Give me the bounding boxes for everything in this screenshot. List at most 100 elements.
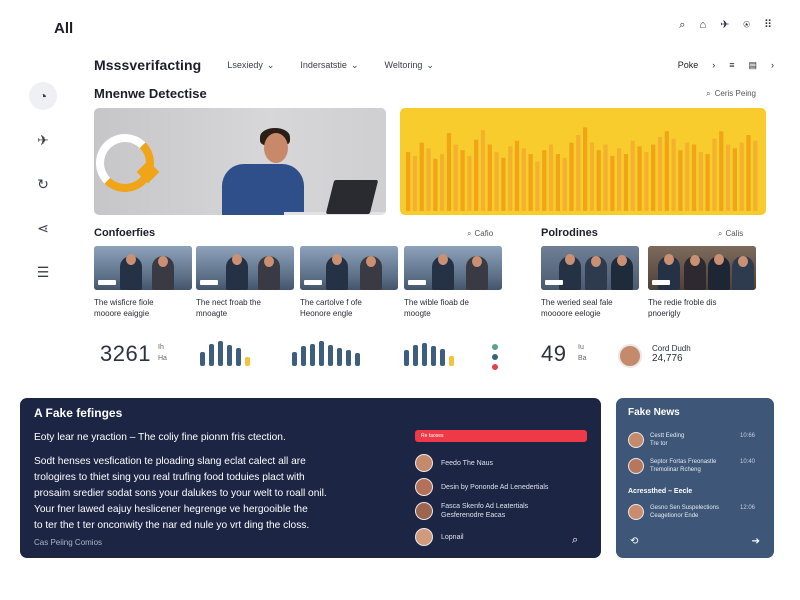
avatar bbox=[628, 504, 644, 520]
fake-feelings-body-1: Sodt henses vesfication te ploading slan… bbox=[34, 456, 327, 499]
mini-bar-chart-1 bbox=[200, 340, 250, 366]
chart-bar bbox=[691, 144, 697, 211]
status-dot bbox=[492, 354, 498, 360]
chart-bar bbox=[569, 142, 574, 211]
mini-bar bbox=[209, 344, 214, 366]
chart-bar bbox=[671, 138, 676, 211]
card-image bbox=[94, 246, 192, 290]
conference-card-3[interactable]: The cartolve f ofe Heonore engle bbox=[300, 246, 398, 319]
live-badge[interactable]: Re taoses bbox=[415, 430, 587, 442]
grid-icon[interactable]: ⠿ bbox=[764, 20, 772, 31]
sidebar: ◔ ✈ ↻ ⋖ ☰ bbox=[28, 82, 58, 286]
next-icon[interactable]: › bbox=[771, 60, 774, 70]
chart-bar bbox=[610, 155, 615, 211]
conference-card-4[interactable]: The wible fioab de moogte bbox=[404, 246, 502, 319]
search-icon[interactable]: ⌕ bbox=[572, 534, 578, 547]
filter-dropdown-3[interactable]: Weltoring ⌄ bbox=[384, 60, 433, 71]
chart-bar bbox=[698, 152, 703, 211]
mini-bar bbox=[236, 348, 241, 366]
feed-item-4[interactable]: Lopnail bbox=[415, 528, 464, 546]
mini-bar bbox=[227, 345, 232, 366]
mini-bar bbox=[337, 348, 342, 366]
avatar[interactable] bbox=[618, 344, 642, 368]
mini-bar bbox=[346, 350, 351, 366]
card-image bbox=[196, 246, 294, 290]
refresh-icon[interactable]: ⟲ bbox=[630, 536, 638, 547]
search-icon: ⌕ bbox=[706, 89, 711, 98]
chart-bar bbox=[603, 144, 608, 211]
sort-link[interactable]: ⌕ Ceris Peing bbox=[706, 89, 756, 99]
avatar bbox=[415, 502, 433, 520]
chart-bar bbox=[637, 146, 642, 211]
chart-bar bbox=[685, 142, 690, 211]
card-image bbox=[404, 246, 502, 290]
hero-image[interactable] bbox=[94, 108, 386, 215]
card-text: The cartolve f ofe Heonore engle bbox=[300, 298, 362, 318]
chart-bar bbox=[467, 155, 472, 211]
app-logo[interactable]: All bbox=[54, 20, 73, 37]
chart-bar bbox=[453, 144, 458, 211]
conferences-link[interactable]: ⌕ Cafio bbox=[467, 229, 493, 239]
chart-bar bbox=[501, 157, 506, 211]
chart-bar bbox=[446, 133, 452, 211]
chart-bar bbox=[623, 154, 629, 211]
main-header: Msssverifacting Lsexiedy ⌄ Indersatstie ⌄ … bbox=[94, 54, 774, 76]
mini-bar-chart-3 bbox=[404, 340, 454, 366]
filter-dropdown-1[interactable]: Lsexiedy ⌄ bbox=[227, 60, 274, 71]
fake-feelings-body-2: Your fner lawed eajuy heslicener hegreng… bbox=[34, 504, 310, 531]
fake-feelings-intro: Eoty lear ne yraction – The coliy fine p… bbox=[34, 432, 286, 443]
news-item-1[interactable]: Cestt Eeding Tre tor 10:66 bbox=[628, 432, 755, 448]
chart-bar bbox=[753, 140, 758, 211]
mini-bar bbox=[319, 341, 324, 366]
mini-bar bbox=[422, 343, 427, 366]
avatar bbox=[415, 528, 433, 546]
stat-small-label: Iu bbox=[578, 344, 584, 351]
section-title: Mnenwe Detectise bbox=[94, 86, 207, 101]
chart-bar bbox=[487, 144, 492, 211]
lock-icon[interactable]: ⍟ bbox=[743, 20, 750, 31]
send-icon[interactable]: ✈ bbox=[720, 20, 729, 31]
feed-item-2[interactable]: Desin by Pononde Ad Lenedertials bbox=[415, 478, 548, 496]
feed-item-1[interactable]: Feedo The Naus bbox=[415, 454, 493, 472]
status-dot bbox=[492, 364, 498, 370]
politics-link[interactable]: ⌕ Calis bbox=[718, 229, 743, 239]
search-icon: ⌕ bbox=[718, 229, 723, 238]
profile-label[interactable]: Poke bbox=[678, 60, 699, 70]
conferences-stat-number: 3261 bbox=[100, 341, 151, 366]
filter-dropdown-2[interactable]: Indersatstie ⌄ bbox=[300, 60, 358, 71]
chart-bar bbox=[576, 135, 581, 211]
header-actions: Poke › ≡ ▤ › bbox=[678, 60, 774, 71]
feed-item-3[interactable]: Fasca Skenfo Ad Leatertials Gesferenodre … bbox=[415, 502, 528, 520]
news-item-2[interactable]: Septor Fortas Freonastle Tremolinar Rchen… bbox=[628, 458, 755, 474]
card-text: The weried seal fale moooore eelogie bbox=[541, 298, 613, 318]
sidebar-item-launch[interactable]: ✈ bbox=[29, 126, 57, 154]
conference-card-2[interactable]: The nect froab the mnoagte bbox=[196, 246, 294, 319]
politics-card-2[interactable]: The redie froble dis pnoerigly bbox=[648, 246, 756, 319]
politics-card-1[interactable]: The weried seal fale moooore eelogie bbox=[541, 246, 639, 319]
chart-bar bbox=[521, 148, 526, 211]
arrow-right-icon[interactable]: ➔ bbox=[752, 536, 760, 547]
search-icon[interactable]: ⌕ bbox=[679, 20, 685, 31]
chart-bar bbox=[440, 154, 445, 211]
conference-card-1[interactable]: The wisficre fiole mooore eaiggie bbox=[94, 246, 192, 319]
laptop-icon bbox=[325, 180, 379, 214]
news-item-3[interactable]: Gesno Sen Suspelections Ceagetionor Ende … bbox=[628, 504, 755, 520]
mini-bar bbox=[200, 352, 205, 366]
conferences-title: Confoerfies bbox=[94, 227, 156, 239]
mini-bar bbox=[355, 353, 360, 366]
search-icon: ⌕ bbox=[467, 229, 472, 238]
calendar-icon[interactable]: ▤ bbox=[748, 60, 757, 71]
chart-bar bbox=[644, 152, 649, 211]
chevron-right-icon[interactable]: › bbox=[712, 60, 715, 70]
fake-feelings-footer[interactable]: Cas Peiing Comios bbox=[34, 538, 102, 547]
sidebar-item-share[interactable]: ⋖ bbox=[29, 214, 57, 242]
mini-bar bbox=[431, 346, 436, 366]
bell-icon[interactable]: ⌂ bbox=[699, 20, 706, 31]
sidebar-item-menu[interactable]: ☰ bbox=[29, 258, 57, 286]
list-icon[interactable]: ≡ bbox=[729, 60, 734, 70]
sidebar-item-refresh[interactable]: ↻ bbox=[29, 170, 57, 198]
mini-bar bbox=[440, 349, 445, 366]
sidebar-item-dashboard[interactable]: ◔ bbox=[29, 82, 57, 110]
chart-bar bbox=[705, 154, 710, 211]
status-dot bbox=[492, 344, 498, 350]
